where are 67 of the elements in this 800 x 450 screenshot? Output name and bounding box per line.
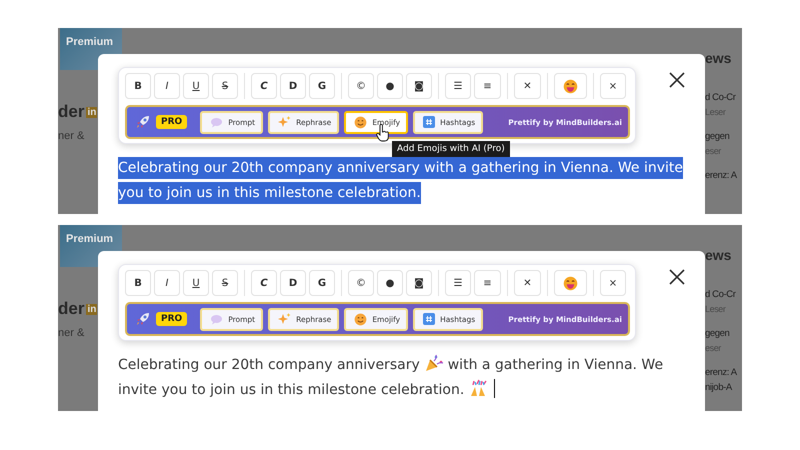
pro-badge: PRO — [156, 115, 188, 129]
hashtag-icon — [423, 313, 436, 325]
card-label: Premium — [66, 233, 114, 247]
news-title: gegen — [705, 328, 730, 339]
format-button[interactable]: ● — [377, 73, 403, 99]
close-button[interactable] — [667, 70, 687, 90]
format-button[interactable]: S — [212, 73, 238, 99]
tooltip: Add Emojis with AI (Pro) — [392, 141, 510, 157]
hashtag-icon — [423, 116, 436, 128]
card-label: Premium — [66, 36, 114, 50]
news-title: erenz: A — [705, 170, 737, 181]
editor-text[interactable]: Celebrating our 20th company anniversary with a gathering in Vienna. We invite you to join us in this milestone celebration. — [118, 353, 693, 403]
format-button[interactable]: ◙ — [406, 73, 432, 99]
smiley-icon — [354, 312, 368, 326]
party-popper-icon — [424, 354, 444, 372]
news-heading: ews — [705, 247, 732, 263]
format-button[interactable]: × — [600, 270, 626, 296]
format-button[interactable]: U — [183, 270, 209, 296]
laughing-face-icon — [563, 78, 578, 94]
pro-badge: PRO — [156, 312, 188, 326]
format-button[interactable]: D — [280, 270, 306, 296]
format-button[interactable]: S — [212, 270, 238, 296]
format-button[interactable]: C — [251, 270, 277, 296]
format-button[interactable]: ✕ — [514, 270, 541, 296]
emoji-button[interactable] — [554, 270, 587, 296]
rocket-icon — [135, 114, 151, 130]
speech-bubble-icon — [210, 314, 224, 324]
news-heading: ews — [705, 50, 732, 66]
sparkles-icon — [278, 312, 292, 326]
profile-subtitle: ner & — [58, 130, 86, 142]
speech-bubble-icon — [210, 116, 224, 128]
format-button[interactable]: © — [348, 73, 374, 99]
format-button[interactable]: ● — [377, 270, 403, 296]
news-title: d Co-Cr — [705, 289, 736, 300]
confetti-icon — [468, 379, 488, 397]
laughing-face-icon — [563, 276, 578, 290]
profile-subtitle: ner & — [58, 327, 86, 339]
format-button[interactable]: ≡ — [474, 270, 501, 296]
smiley-icon — [354, 116, 368, 128]
news-title: erenz: A — [705, 367, 737, 378]
format-button[interactable]: ≡ — [474, 73, 501, 99]
format-button[interactable]: D — [280, 73, 306, 99]
format-button[interactable]: I — [154, 73, 180, 99]
format-button[interactable]: C — [251, 73, 277, 99]
profile-badge: in — [86, 304, 98, 314]
profile-name: der — [58, 102, 84, 122]
format-button[interactable]: ✕ — [514, 73, 541, 99]
rocket-icon — [135, 311, 151, 327]
format-button[interactable]: × — [600, 73, 626, 99]
sparkles-icon — [278, 116, 292, 128]
format-button[interactable]: I — [154, 270, 180, 296]
format-button[interactable]: G — [309, 73, 335, 99]
news-title: nijob-A — [705, 382, 732, 393]
profile-badge: in — [86, 106, 98, 118]
format-button[interactable]: B — [125, 73, 151, 99]
news-title: gegen — [705, 131, 730, 142]
profile-name: der — [58, 299, 84, 319]
format-button[interactable]: G — [309, 270, 335, 296]
news-title: d Co-Cr — [705, 92, 736, 103]
close-button[interactable] — [667, 267, 687, 287]
format-button[interactable]: U — [183, 73, 209, 99]
format-button[interactable]: ☰ — [445, 73, 471, 99]
emoji-button[interactable] — [554, 73, 587, 99]
format-button[interactable]: ☰ — [445, 270, 471, 296]
format-button[interactable]: ◙ — [406, 270, 432, 296]
format-button[interactable]: B — [125, 270, 151, 296]
format-button[interactable]: © — [348, 270, 374, 296]
